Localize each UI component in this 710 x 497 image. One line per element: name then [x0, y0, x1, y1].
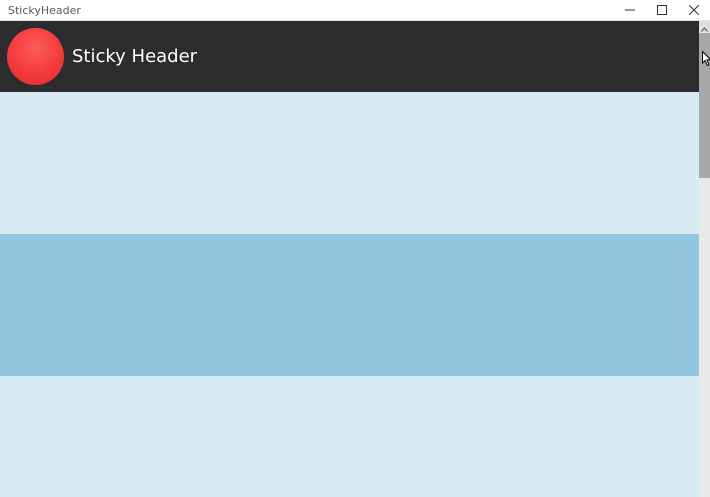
list-item [0, 376, 699, 497]
list-item [0, 234, 699, 376]
vertical-scrollbar[interactable] [699, 21, 710, 497]
close-icon [689, 5, 699, 15]
minimize-button[interactable] [614, 0, 646, 20]
scroll-up-button[interactable] [699, 21, 710, 32]
header-title: Sticky Header [72, 46, 198, 67]
maximize-button[interactable] [646, 0, 678, 20]
list-item [0, 92, 699, 234]
minimize-icon [625, 5, 635, 15]
maximize-icon [657, 5, 667, 15]
sticky-header: Sticky Header [0, 21, 699, 92]
app-window: StickyHeader Sticky Header [0, 0, 710, 497]
mouse-cursor-icon [702, 50, 710, 67]
window-title: StickyHeader [8, 4, 81, 17]
title-bar[interactable]: StickyHeader [0, 0, 710, 21]
scroll-content[interactable]: Sticky Header [0, 21, 699, 497]
logo-circle [7, 28, 64, 85]
